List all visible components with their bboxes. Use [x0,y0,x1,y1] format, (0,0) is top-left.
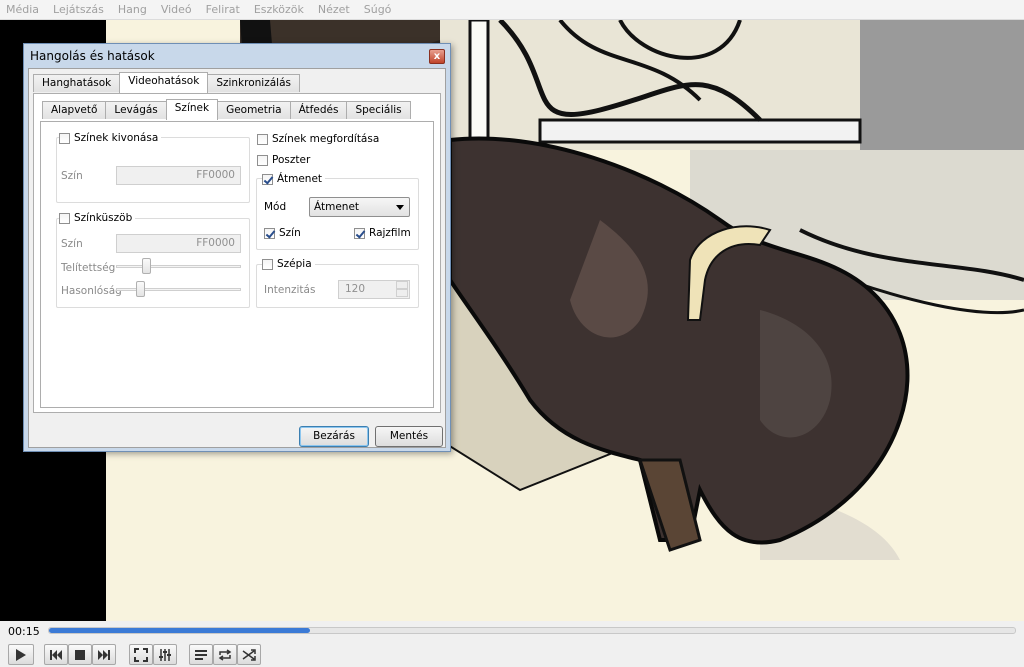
tab-crop[interactable]: Levágás [105,101,167,119]
play-button[interactable] [8,644,34,665]
sepia-intensity-label: Intenzitás [264,284,316,296]
stop-button[interactable] [68,644,92,665]
extended-settings-button[interactable] [153,644,177,665]
close-button[interactable]: Bezárás [299,426,369,447]
playlist-button[interactable] [189,644,213,665]
seek-row: 00:15 [0,621,1024,641]
seek-slider[interactable] [48,627,1016,634]
tab-advanced[interactable]: Speciális [346,101,411,119]
color-threshold-box[interactable] [59,212,70,224]
invert-colors-label: Színek megfordítása [272,133,380,145]
gradient-checkbox[interactable]: Átmenet [262,173,326,185]
tab-colors[interactable]: Színek [165,99,219,120]
extraction-color-field[interactable]: FF0000 [116,166,241,185]
cartoon-box[interactable] [354,227,365,239]
menu-playback[interactable]: Lejátszás [53,3,104,16]
adjustments-effects-dialog: Hangolás és hatások x Hanghatások Videoh… [23,43,451,452]
gradient-label: Átmenet [277,173,323,185]
color-extraction-label: Színek kivonása [74,132,159,144]
color-extraction-checkbox[interactable]: Színek kivonása [59,132,162,144]
next-button[interactable] [92,644,116,665]
dialog-body: Hanghatások Videohatások Szinkronizálás … [28,68,446,448]
similarity-track [116,288,241,291]
sepia-intensity-spinbox[interactable]: 120 [338,280,410,299]
video-effects-panel: Alapvető Levágás Színek Geometria Átfedé… [33,93,441,413]
menu-help[interactable]: Súgó [364,3,392,16]
threshold-color-field[interactable]: FF0000 [116,234,241,253]
spin-up-icon[interactable] [396,281,408,289]
color-threshold-checkbox[interactable]: Színküszöb [59,212,136,224]
cartoon-label: Rajzfilm [369,227,411,239]
main-tabbar: Hanghatások Videohatások Szinkronizálás [33,72,300,93]
posterize-box[interactable] [257,154,268,166]
tab-essential[interactable]: Alapvető [42,101,107,119]
tab-overlay[interactable]: Átfedés [289,101,348,119]
loop-button[interactable] [213,644,237,665]
saturation-label: Telítettség [61,262,116,274]
similarity-slider[interactable] [116,281,241,297]
menu-subtitle[interactable]: Felirat [206,3,240,16]
sepia-box[interactable] [262,258,273,270]
gradient-box[interactable] [262,173,273,185]
sub-tabbar: Alapvető Levágás Színek Geometria Átfedé… [42,99,411,120]
posterize-checkbox[interactable]: Poszter [257,154,310,166]
saturation-thumb[interactable] [142,258,151,274]
extraction-color-label: Szín [61,170,83,182]
saturation-track [116,265,241,268]
invert-colors-checkbox[interactable]: Színek megfordítása [257,133,379,145]
gradient-mode-select[interactable]: Átmenet [309,197,410,217]
menu-view[interactable]: Nézet [318,3,350,16]
next-icon [98,649,110,660]
saturation-slider[interactable] [116,258,241,274]
tab-geometry[interactable]: Geometria [217,101,291,119]
menu-audio[interactable]: Hang [118,3,147,16]
close-icon[interactable]: x [429,49,445,64]
color-threshold-label: Színküszöb [74,212,133,224]
similarity-thumb[interactable] [136,281,145,297]
menu-video[interactable]: Videó [161,3,192,16]
menu-bar: Média Lejátszás Hang Videó Felirat Eszkö… [0,0,1024,20]
tab-video-effects[interactable]: Videohatások [119,72,209,93]
previous-icon [50,649,62,660]
sepia-checkbox[interactable]: Szépia [262,258,315,270]
playlist-icon [195,649,207,660]
loop-icon [218,648,232,661]
sepia-label: Szépia [277,258,312,270]
gradient-color-label: Szín [279,227,301,239]
elapsed-time: 00:15 [8,625,40,638]
threshold-color-label: Szín [61,238,83,250]
colors-panel: Színek kivonása Szín FF0000 Színküszöb S… [40,121,434,408]
sepia-intensity-value: 120 [345,283,366,295]
gradient-color-checkbox[interactable]: Szín [264,227,301,239]
fullscreen-icon [134,647,148,662]
dialog-title: Hangolás és hatások [30,49,155,63]
similarity-label: Hasonlóság [61,285,122,297]
seek-progress [49,628,310,633]
fullscreen-button[interactable] [129,644,153,665]
gradient-color-box[interactable] [264,227,275,239]
shuffle-button[interactable] [237,644,261,665]
color-extraction-box[interactable] [59,132,70,144]
tab-synchronization[interactable]: Szinkronizálás [207,74,300,92]
shuffle-icon [242,648,256,661]
gradient-mode-label: Mód [264,201,287,213]
cartoon-checkbox[interactable]: Rajzfilm [354,227,411,239]
stop-icon [75,649,85,660]
posterize-label: Poszter [272,154,311,166]
tab-audio-effects[interactable]: Hanghatások [33,74,121,92]
spin-down-icon[interactable] [396,289,408,297]
menu-tools[interactable]: Eszközök [254,3,304,16]
invert-colors-box[interactable] [257,133,268,145]
equalizer-icon [159,648,171,661]
menu-media[interactable]: Média [6,3,39,16]
save-button[interactable]: Mentés [375,426,443,447]
previous-button[interactable] [44,644,68,665]
playback-controls [0,641,1024,667]
play-icon [16,648,26,661]
gradient-mode-value: Átmenet [314,201,360,213]
chevron-down-icon [396,205,404,210]
